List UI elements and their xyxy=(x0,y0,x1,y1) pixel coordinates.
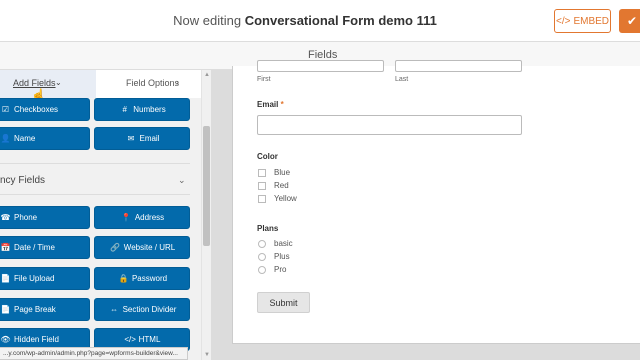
field-label: Date / Time xyxy=(14,243,55,252)
email-input[interactable] xyxy=(257,115,522,135)
option-label: Blue xyxy=(274,168,291,177)
map-marker-icon: 📍 xyxy=(121,213,132,222)
last-sublabel: Last xyxy=(395,76,409,83)
plan-option[interactable]: Pro xyxy=(258,265,286,274)
tab-field-options-label: Field Options xyxy=(126,78,180,88)
field-page-break-button[interactable]: 📄 Page Break xyxy=(0,298,90,321)
code-icon: </> xyxy=(124,335,136,344)
divider xyxy=(0,194,190,195)
first-name-input[interactable] xyxy=(257,60,384,72)
embed-label: EMBED xyxy=(573,15,610,27)
field-label: Password xyxy=(131,274,168,283)
save-button[interactable]: ✔ xyxy=(619,9,640,33)
field-section-divider-button[interactable]: ⇔ Section Divider xyxy=(94,298,190,321)
field-label: Address xyxy=(134,213,165,222)
eye-slash-icon: 👁 xyxy=(0,335,11,344)
option-label: basic xyxy=(274,239,293,248)
field-date-time-button[interactable]: 📅 Date / Time xyxy=(0,236,90,259)
first-sublabel: First xyxy=(257,76,271,83)
form-preview-area: First Last Email * Color Blue Red Yellow… xyxy=(211,60,640,360)
field-buttons: ☑ Checkboxes # Numbers 👤 Name ✉ Email nc… xyxy=(0,98,201,360)
sidebar-scrollbar[interactable]: ▲ ▼ xyxy=(201,70,211,360)
field-label: Website / URL xyxy=(123,243,176,252)
field-label: Page Break xyxy=(14,305,56,314)
last-name-input[interactable] xyxy=(395,60,522,72)
field-label: Hidden Field xyxy=(14,335,59,344)
checkbox[interactable] xyxy=(258,181,266,190)
field-label: Numbers xyxy=(133,105,166,114)
field-file-upload-button[interactable]: 📄 File Upload xyxy=(0,267,90,290)
field-label: Section Divider xyxy=(122,305,177,314)
field-password-button[interactable]: 🔒 Password xyxy=(94,267,190,290)
option-label: Pro xyxy=(274,265,287,274)
field-address-button[interactable]: 📍 Address xyxy=(94,206,190,229)
field-email-button[interactable]: ✉ Email xyxy=(94,127,190,150)
email-label-text: Email xyxy=(257,100,279,109)
checkmark-icon: ✔ xyxy=(627,14,638,28)
field-phone-button[interactable]: ☎ Phone xyxy=(0,206,90,229)
color-option[interactable]: Yellow xyxy=(258,194,297,203)
arrows-horizontal-icon: ⇔ xyxy=(110,305,119,314)
phone-icon: ☎ xyxy=(0,213,11,222)
chevron-down-icon[interactable]: ⌄ xyxy=(178,175,186,186)
option-label: Yellow xyxy=(274,194,297,203)
field-checkboxes-button[interactable]: ☑ Checkboxes xyxy=(0,98,90,121)
field-name-button[interactable]: 👤 Name xyxy=(0,127,90,150)
tab-field-options[interactable]: Field Options › xyxy=(96,70,201,98)
color-option[interactable]: Red xyxy=(258,181,289,190)
color-option[interactable]: Blue xyxy=(258,168,290,177)
scroll-thumb[interactable] xyxy=(203,126,210,246)
checkbox[interactable] xyxy=(258,194,266,203)
page-icon: 📄 xyxy=(0,305,11,314)
plan-option[interactable]: Plus xyxy=(258,252,290,261)
lock-icon: 🔒 xyxy=(118,274,129,283)
top-bar: Now editing Conversational Form demo 111… xyxy=(0,0,640,42)
required-marker: * xyxy=(280,100,284,109)
fields-sidebar: Add Fields ⌄ ☝ Field Options › ☑ Checkbo… xyxy=(0,70,211,360)
field-numbers-button[interactable]: # Numbers xyxy=(94,98,190,121)
chevron-down-icon: ⌄ xyxy=(55,78,62,87)
form-preview: First Last Email * Color Blue Red Yellow… xyxy=(232,60,640,344)
divider xyxy=(0,163,190,164)
code-icon: </> xyxy=(555,15,571,27)
radio[interactable] xyxy=(258,265,266,274)
field-label: Name xyxy=(14,134,36,143)
email-label: Email * xyxy=(257,100,284,109)
hash-icon: # xyxy=(122,105,127,114)
status-bar-url: ...y.com/wp-admin/admin.php?page=wpforms… xyxy=(0,347,188,360)
tab-add-fields[interactable]: Add Fields ⌄ ☝ xyxy=(0,70,96,102)
field-label: Email xyxy=(139,134,160,143)
checkbox-icon: ☑ xyxy=(1,105,10,114)
calendar-icon: 📅 xyxy=(0,243,11,252)
panel-tabs: Add Fields ⌄ ☝ Field Options › xyxy=(0,70,201,102)
radio[interactable] xyxy=(258,239,266,248)
embed-button[interactable]: </> EMBED xyxy=(554,9,611,33)
user-icon: 👤 xyxy=(0,134,11,143)
color-label: Color xyxy=(257,152,278,161)
link-icon: 🔗 xyxy=(110,243,121,252)
title-prefix: Now editing xyxy=(173,13,242,28)
editing-title: Now editing Conversational Form demo 111 xyxy=(0,13,640,28)
checkbox[interactable] xyxy=(258,168,266,177)
option-label: Red xyxy=(274,181,289,190)
file-icon: 📄 xyxy=(0,274,11,283)
radio[interactable] xyxy=(258,252,266,261)
plans-label: Plans xyxy=(257,224,279,233)
fancy-fields-title[interactable]: ncy Fields xyxy=(0,175,45,186)
tab-add-fields-label: Add Fields xyxy=(13,78,56,88)
field-label: Phone xyxy=(14,213,38,222)
chevron-right-icon: › xyxy=(176,77,179,87)
field-website-url-button[interactable]: 🔗 Website / URL xyxy=(94,236,190,259)
form-name: Conversational Form demo 111 xyxy=(244,13,437,28)
envelope-icon: ✉ xyxy=(127,134,135,143)
plan-option[interactable]: basic xyxy=(258,239,293,248)
field-label: HTML xyxy=(138,335,161,344)
submit-button[interactable]: Submit xyxy=(257,292,310,313)
option-label: Plus xyxy=(274,252,290,261)
field-label: Checkboxes xyxy=(14,105,59,114)
field-label: File Upload xyxy=(14,274,55,283)
